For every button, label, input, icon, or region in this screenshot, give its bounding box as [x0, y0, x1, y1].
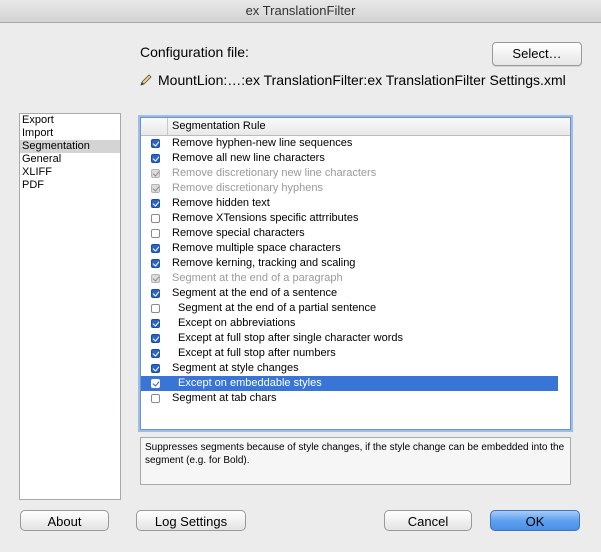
rule-label: Remove kerning, tracking and scaling — [172, 257, 356, 269]
table-row[interactable]: Segment at style changes — [141, 361, 570, 376]
rule-label: Except on embeddable styles — [178, 377, 322, 389]
rule-checkbox[interactable] — [151, 334, 160, 343]
cancel-button[interactable]: Cancel — [384, 510, 472, 531]
rule-label: Segment at the end of a partial sentence — [178, 302, 377, 314]
select-button[interactable]: Select… — [492, 42, 582, 66]
sidebar-item-general[interactable]: General — [20, 153, 120, 166]
rule-checkbox[interactable] — [151, 154, 160, 163]
category-list[interactable]: Export Import Segmentation General XLIFF… — [19, 113, 121, 500]
rule-checkbox[interactable] — [151, 289, 160, 298]
config-path-row: MountLion:…:ex TranslationFilter:ex Tran… — [138, 71, 566, 89]
config-file-path: MountLion:…:ex TranslationFilter:ex Tran… — [158, 72, 566, 88]
table-row[interactable]: Remove discretionary new line characters — [141, 166, 570, 181]
checkbox-column-header[interactable] — [141, 118, 168, 135]
rule-label: Remove special characters — [172, 227, 305, 239]
window-title: ex TranslationFilter — [0, 0, 601, 23]
table-row[interactable]: Except on abbreviations — [141, 316, 570, 331]
rule-checkbox[interactable] — [151, 259, 160, 268]
log-settings-button[interactable]: Log Settings — [136, 510, 246, 531]
rule-label: Remove all new line characters — [172, 152, 325, 164]
rule-label: Except on abbreviations — [178, 317, 296, 329]
sidebar-item-import[interactable]: Import — [20, 127, 120, 140]
pencil-icon — [140, 74, 152, 86]
table-row[interactable]: Segment at the end of a partial sentence — [141, 301, 570, 316]
rule-checkbox[interactable] — [151, 139, 160, 148]
rule-description: Suppresses segments because of style cha… — [140, 437, 571, 485]
rule-label: Remove discretionary hyphens — [172, 182, 324, 194]
table-row[interactable]: Segment at tab chars — [141, 391, 570, 406]
rule-label: Except at full stop after numbers — [178, 347, 336, 359]
table-header[interactable]: Segmentation Rule — [141, 118, 570, 136]
segmentation-rule-column-header[interactable]: Segmentation Rule — [172, 118, 266, 135]
rule-checkbox — [151, 274, 160, 283]
rule-checkbox[interactable] — [151, 304, 160, 313]
sidebar-item-export[interactable]: Export — [20, 114, 120, 127]
ok-button[interactable]: OK — [490, 510, 580, 531]
table-row[interactable]: Segment at the end of a paragraph — [141, 271, 570, 286]
table-row[interactable]: Remove XTensions specific attrributes — [141, 211, 570, 226]
table-row[interactable]: Remove all new line characters — [141, 151, 570, 166]
table-row[interactable]: Remove hidden text — [141, 196, 570, 211]
rule-checkbox[interactable] — [151, 379, 160, 388]
rule-label: Remove hyphen-new line sequences — [172, 137, 353, 149]
rule-checkbox[interactable] — [151, 214, 160, 223]
rule-label: Segment at the end of a sentence — [172, 287, 338, 299]
table-row[interactable]: Remove discretionary hyphens — [141, 181, 570, 196]
table-row-selected[interactable]: Except on embeddable styles — [141, 376, 558, 391]
table-row[interactable]: Remove special characters — [141, 226, 570, 241]
rule-label: Segment at style changes — [172, 362, 299, 374]
rule-checkbox[interactable] — [151, 394, 160, 403]
rule-label: Remove XTensions specific attrributes — [172, 212, 359, 224]
rule-label: Remove multiple space characters — [172, 242, 341, 254]
segmentation-rules-table[interactable]: Segmentation Rule Remove hyphen-new line… — [140, 117, 571, 430]
rule-checkbox[interactable] — [151, 349, 160, 358]
table-row[interactable]: Except at full stop after single charact… — [141, 331, 570, 346]
table-row[interactable]: Remove kerning, tracking and scaling — [141, 256, 570, 271]
rule-checkbox — [151, 169, 160, 178]
rule-checkbox — [151, 184, 160, 193]
table-row[interactable]: Except at full stop after numbers — [141, 346, 570, 361]
rule-label: Remove discretionary new line characters — [172, 167, 377, 179]
rule-label: Segment at tab chars — [172, 392, 277, 404]
table-row[interactable]: Remove multiple space characters — [141, 241, 570, 256]
rule-checkbox[interactable] — [151, 364, 160, 373]
table-row[interactable]: Segment at the end of a sentence — [141, 286, 570, 301]
rule-label: Except at full stop after single charact… — [178, 332, 403, 344]
rule-label: Remove hidden text — [172, 197, 270, 209]
rule-checkbox[interactable] — [151, 229, 160, 238]
sidebar-item-segmentation[interactable]: Segmentation — [20, 140, 120, 153]
rule-checkbox[interactable] — [151, 244, 160, 253]
sidebar-item-pdf[interactable]: PDF — [20, 179, 120, 192]
rule-label: Segment at the end of a paragraph — [172, 272, 343, 284]
sidebar-item-xliff[interactable]: XLIFF — [20, 166, 120, 179]
rule-checkbox[interactable] — [151, 319, 160, 328]
table-row[interactable]: Remove hyphen-new line sequences — [141, 136, 570, 151]
about-button[interactable]: About — [20, 510, 109, 531]
config-file-label: Configuration file: — [140, 44, 249, 60]
rule-checkbox[interactable] — [151, 199, 160, 208]
